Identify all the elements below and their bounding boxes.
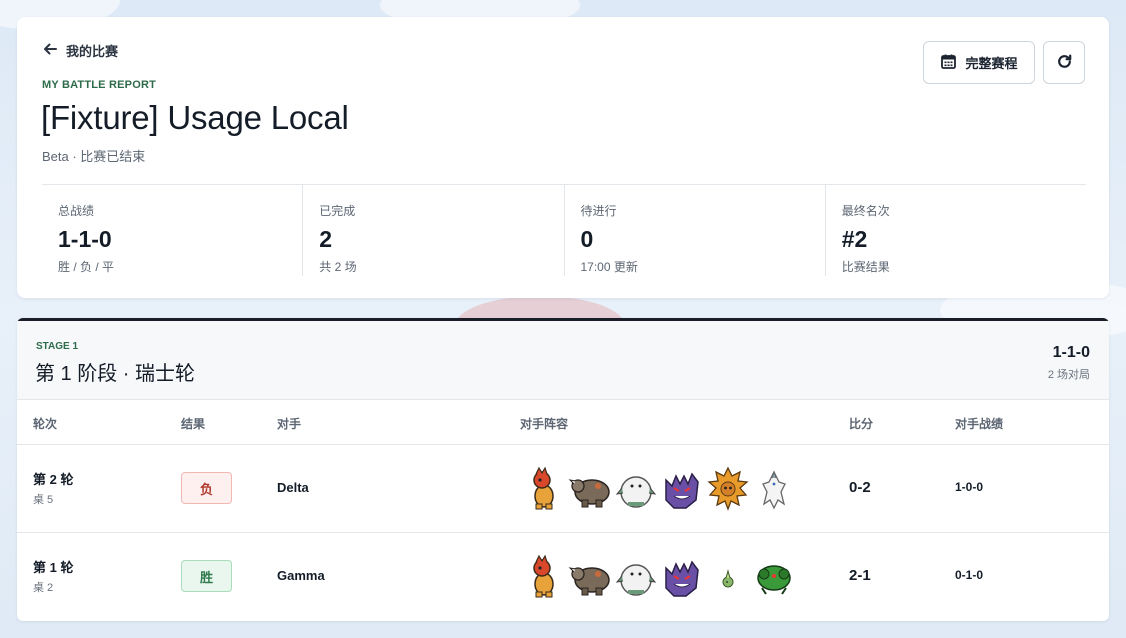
opponent-team bbox=[522, 553, 796, 601]
gengar-icon bbox=[660, 466, 704, 512]
stat-sub: 比赛结果 bbox=[841, 260, 890, 275]
table-number: 桌 2 bbox=[33, 582, 54, 594]
refresh-icon bbox=[1056, 53, 1073, 73]
arrow-left-icon bbox=[42, 41, 58, 60]
stage-match-count: 2 场对局 bbox=[1047, 369, 1090, 381]
column-header-team: 对手阵容 bbox=[520, 417, 569, 431]
opponent-record: 1-0-0 bbox=[955, 480, 984, 494]
gengar-icon bbox=[660, 554, 704, 600]
result-badge: 胜 bbox=[181, 560, 232, 592]
stage-record: 1-1-0 bbox=[1052, 344, 1090, 361]
rhyperior-icon bbox=[568, 466, 612, 512]
stage-card: STAGE 1 第 1 阶段 · 瑞士轮 1-1-0 2 场对局 轮次 结果 对… bbox=[17, 318, 1109, 621]
opponent-record: 0-1-0 bbox=[955, 568, 984, 582]
back-link-label[interactable]: 我的比赛 bbox=[66, 41, 118, 60]
column-header-result: 结果 bbox=[181, 417, 206, 431]
stat-pending: 待进行 0 17:00 更新 bbox=[563, 185, 825, 276]
scrafty-icon bbox=[522, 554, 566, 600]
full-schedule-label: 完整赛程 bbox=[965, 56, 1018, 71]
stat-completed: 已完成 2 共 2 场 bbox=[302, 185, 563, 276]
stat-sub: 共 2 场 bbox=[319, 260, 357, 275]
budew-icon bbox=[706, 554, 750, 600]
stat-total-record: 总战绩 1-1-0 胜 / 负 / 平 bbox=[42, 185, 302, 276]
opponent-name: Delta bbox=[277, 480, 309, 495]
stat-value: 2 bbox=[319, 226, 333, 252]
abomasnow-icon bbox=[614, 466, 658, 512]
table-row[interactable]: 第 1 轮 桌 2 胜 Gamma 2-1 0-1-0 bbox=[17, 533, 1109, 621]
stat-value: 0 bbox=[580, 226, 594, 252]
stat-label: 最终名次 bbox=[841, 204, 890, 218]
stage-header: STAGE 1 第 1 阶段 · 瑞士轮 1-1-0 2 场对局 bbox=[17, 321, 1109, 400]
stat-label: 待进行 bbox=[580, 204, 617, 218]
match-score: 0-2 bbox=[849, 479, 871, 496]
refresh-button[interactable] bbox=[1043, 41, 1085, 84]
column-header-round: 轮次 bbox=[33, 417, 58, 431]
table-header: 轮次 结果 对手 对手阵容 比分 对手战绩 bbox=[17, 400, 1109, 445]
opponent-name: Gamma bbox=[277, 568, 325, 583]
match-score: 2-1 bbox=[849, 567, 871, 584]
battle-report-card: 我的比赛 MY BATTLE REPORT [Fixture] Usage Lo… bbox=[17, 17, 1109, 298]
stage-eyebrow: STAGE 1 bbox=[36, 341, 79, 352]
column-header-opp-record: 对手战绩 bbox=[955, 417, 1004, 431]
stat-value: #2 bbox=[841, 226, 868, 252]
report-eyebrow: MY BATTLE REPORT bbox=[42, 79, 157, 91]
stats-row: 总战绩 1-1-0 胜 / 负 / 平 已完成 2 共 2 场 待进行 0 17… bbox=[42, 184, 1086, 276]
page-subtitle: Beta · 比赛已结束 bbox=[42, 149, 146, 164]
stat-sub: 胜 / 负 / 平 bbox=[58, 260, 115, 275]
page-title: [Fixture] Usage Local bbox=[41, 99, 349, 136]
full-schedule-button[interactable]: 完整赛程 bbox=[923, 41, 1035, 84]
column-header-score: 比分 bbox=[849, 417, 874, 431]
column-header-opponent: 对手 bbox=[277, 417, 302, 431]
round-label: 第 2 轮 bbox=[33, 472, 74, 487]
stat-label: 总战绩 bbox=[58, 204, 95, 218]
scizor-green-icon bbox=[752, 554, 796, 600]
abomasnow-icon bbox=[614, 554, 658, 600]
stat-value: 1-1-0 bbox=[58, 226, 112, 252]
back-link[interactable]: 我的比赛 bbox=[42, 41, 118, 60]
round-label: 第 1 轮 bbox=[33, 560, 74, 575]
result-badge: 负 bbox=[181, 472, 232, 504]
calendar-icon bbox=[940, 53, 957, 73]
solrock-icon bbox=[706, 466, 750, 512]
stat-final-rank: 最终名次 #2 比赛结果 bbox=[824, 185, 1086, 276]
table-number: 桌 5 bbox=[33, 494, 54, 506]
opponent-team bbox=[522, 465, 796, 513]
table-row[interactable]: 第 2 轮 桌 5 负 Delta 0-2 1-0-0 bbox=[17, 445, 1109, 533]
scrafty-icon bbox=[522, 466, 566, 512]
stat-sub: 17:00 更新 bbox=[580, 260, 638, 275]
stat-label: 已完成 bbox=[319, 204, 356, 218]
rhyperior-icon bbox=[568, 554, 612, 600]
reshiram-icon bbox=[752, 466, 796, 512]
stage-title: 第 1 阶段 · 瑞士轮 bbox=[35, 363, 196, 385]
